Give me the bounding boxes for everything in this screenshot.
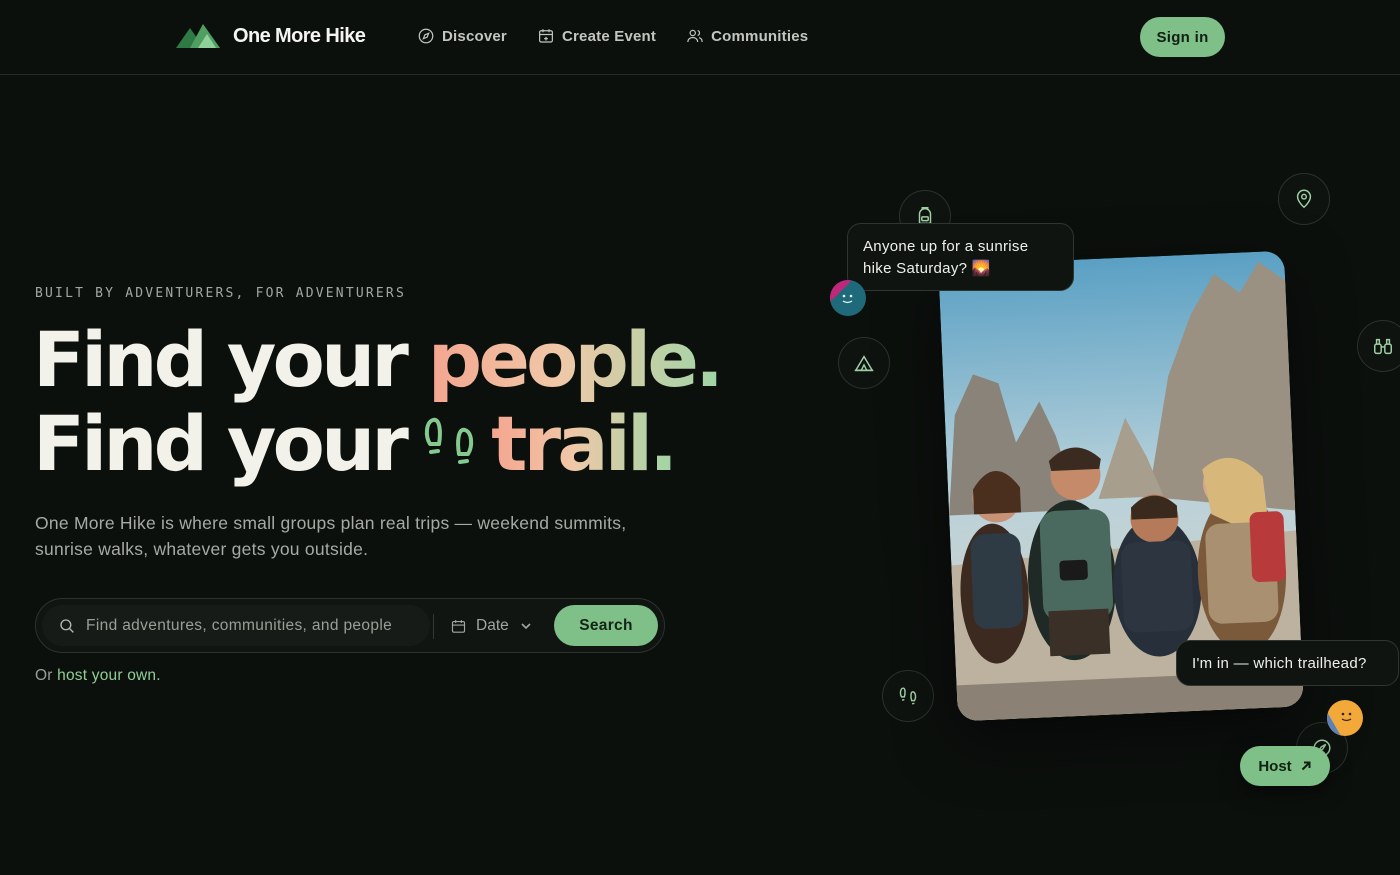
host-button[interactable]: Host [1240, 746, 1330, 786]
binoculars-icon-badge [1357, 320, 1400, 372]
chat-bubble-trailhead: I'm in — which trailhead? [1176, 640, 1399, 686]
brand-name: One More Hike [233, 24, 366, 47]
host-your-own-line: Or host your own. [35, 667, 161, 685]
sign-in-button[interactable]: Sign in [1140, 17, 1225, 57]
calendar-icon [451, 619, 466, 633]
compass-icon [418, 28, 434, 44]
main-nav: Discover Create Event Communities [417, 27, 838, 45]
nav-communities[interactable]: Communities [686, 27, 808, 45]
nav-create-event[interactable]: Create Event [537, 27, 656, 45]
chat-bubble-trailhead-text: I'm in — which trailhead? [1192, 655, 1367, 672]
search-field[interactable] [42, 605, 430, 646]
chat-bubble-sunrise: Anyone up for a sunrise hike Saturday? 🌄 [847, 223, 1074, 291]
footprints-icon [424, 417, 474, 464]
date-dropdown[interactable]: Date [450, 612, 532, 640]
footprints-icon-badge [882, 670, 934, 722]
search-divider [433, 614, 434, 639]
headline-highlight-people: people. [427, 315, 724, 404]
search-button[interactable]: Search [554, 605, 658, 646]
avatar-smile-icon [830, 280, 866, 316]
nav-discover[interactable]: Discover [417, 27, 507, 45]
search-bar: Date Search [35, 598, 665, 653]
footprints-small-icon [899, 687, 917, 705]
hero-eyebrow: BUILT BY ADVENTURERS, FOR ADVENTURERS [35, 286, 406, 301]
avatar [1327, 700, 1363, 736]
chevron-down-icon [521, 623, 531, 630]
binoculars-icon [1374, 338, 1392, 355]
headline-prefix-1: Find your [33, 315, 409, 404]
headline-line-1: Find your people. [33, 315, 724, 404]
host-line-prefix: Or [35, 667, 53, 684]
arrow-up-right-icon [1301, 761, 1311, 771]
search-icon [60, 618, 74, 633]
nav-communities-label: Communities [711, 27, 809, 45]
users-icon [687, 29, 703, 43]
top-nav-bar: One More Hike Discover Create Event Comm… [0, 0, 1400, 75]
headline-highlight-trail: trail. [491, 399, 678, 488]
headline-line-2: Find your trail. [33, 402, 720, 486]
mountains-logo-icon [176, 24, 220, 48]
search-input[interactable] [86, 616, 426, 635]
map-pin-icon [1296, 189, 1312, 209]
nav-discover-label: Discover [442, 27, 507, 45]
brand-logo[interactable]: One More Hike [176, 22, 366, 50]
calendar-plus-icon [539, 29, 553, 43]
headline-prefix-2: Find your [33, 399, 409, 488]
avatar [830, 280, 866, 316]
host-button-label: Host [1258, 757, 1292, 775]
map-pin-icon-badge [1278, 173, 1330, 225]
hero-subtitle: One More Hike is where small groups plan… [35, 513, 627, 559]
avatar-smile-icon [1327, 700, 1363, 736]
nav-create-event-label: Create Event [561, 27, 657, 45]
tent-icon [854, 355, 874, 372]
chat-bubble-sunrise-text: Anyone up for a sunrise hike Saturday? 🌄 [863, 238, 1029, 277]
date-dropdown-label: Date [476, 617, 509, 634]
tent-icon-badge [838, 337, 890, 389]
hero-headline: Find your people. Find your trail. [33, 315, 724, 486]
host-your-own-link[interactable]: host your own. [57, 667, 161, 684]
